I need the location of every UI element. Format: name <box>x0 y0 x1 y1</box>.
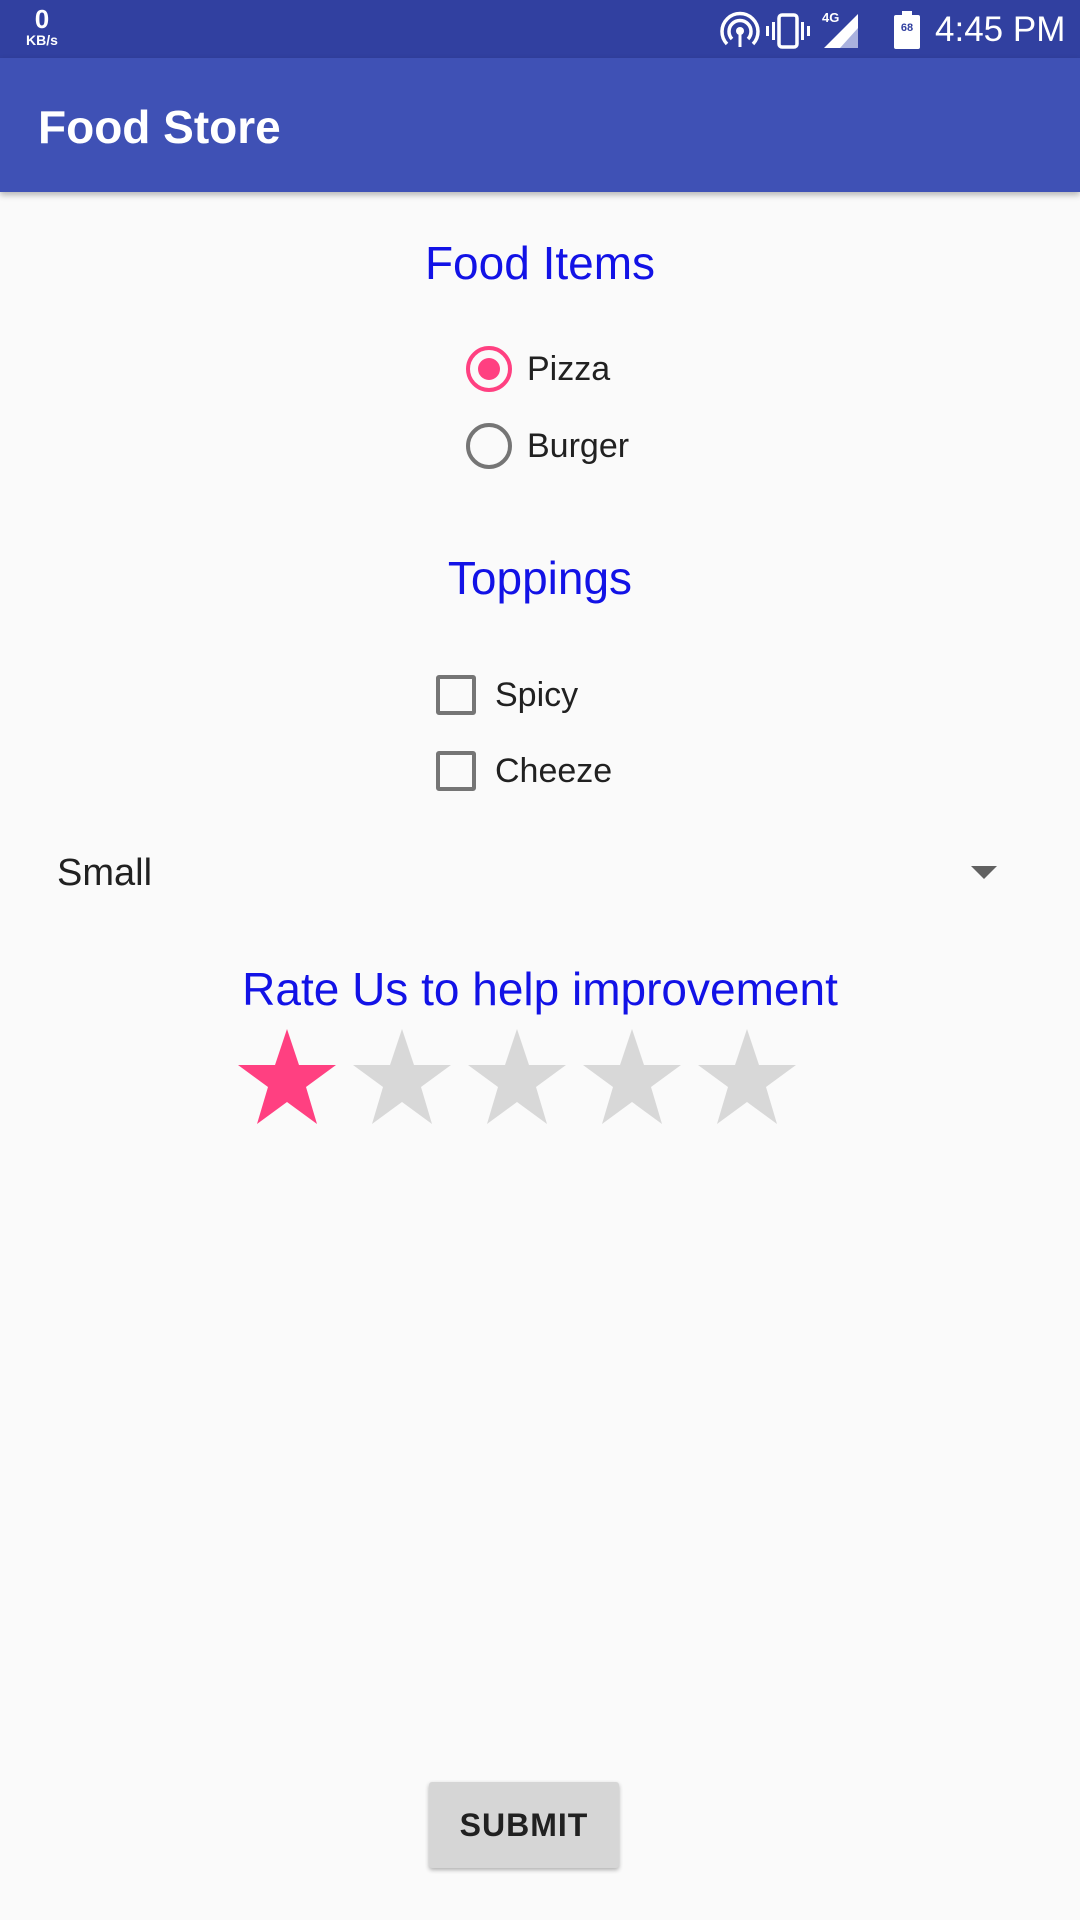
clock: 4:45 PM <box>935 10 1066 49</box>
submit-button[interactable]: SUBMIT <box>429 1782 619 1868</box>
battery-level: 68 <box>900 22 914 34</box>
hotspot-icon <box>720 11 760 56</box>
rate-us-heading: Rate Us to help improvement <box>242 963 838 1015</box>
app-title: Food Store <box>38 101 281 153</box>
status-bar: 0 KB/s 4G 68 4:45 PM <box>0 0 1080 58</box>
size-selected-value: Small <box>57 852 153 894</box>
rating-bar[interactable] <box>237 1027 807 1127</box>
network-speed: 0 KB/s <box>20 6 64 47</box>
star-icon-4[interactable] <box>582 1027 682 1127</box>
food-items-heading: Food Items <box>424 237 656 289</box>
cheeze-label: Cheeze <box>495 752 613 790</box>
network-speed-unit: KB/s <box>26 32 58 48</box>
radio-button-checked[interactable] <box>466 346 512 392</box>
vibrate-icon <box>766 11 810 56</box>
cheeze-checkbox[interactable] <box>436 751 476 791</box>
radio-button-unchecked[interactable] <box>466 423 512 469</box>
spicy-label: Spicy <box>495 676 579 714</box>
network-type-label: 4G <box>822 10 840 25</box>
star-icon-2[interactable] <box>352 1027 452 1127</box>
star-icon-5[interactable] <box>697 1027 797 1127</box>
network-speed-value: 0 <box>34 4 50 34</box>
spicy-checkbox[interactable] <box>436 675 476 715</box>
burger-label: Burger <box>527 427 630 465</box>
radio-dot <box>478 358 500 380</box>
app-bar: Food Store <box>0 58 1080 192</box>
dropdown-arrow-icon[interactable] <box>971 866 997 879</box>
star-icon-1[interactable] <box>237 1027 337 1127</box>
star-icon-3[interactable] <box>467 1027 567 1127</box>
size-spinner[interactable]: Small <box>38 840 1018 906</box>
pizza-label: Pizza <box>527 350 611 388</box>
toppings-heading: Toppings <box>447 552 633 604</box>
